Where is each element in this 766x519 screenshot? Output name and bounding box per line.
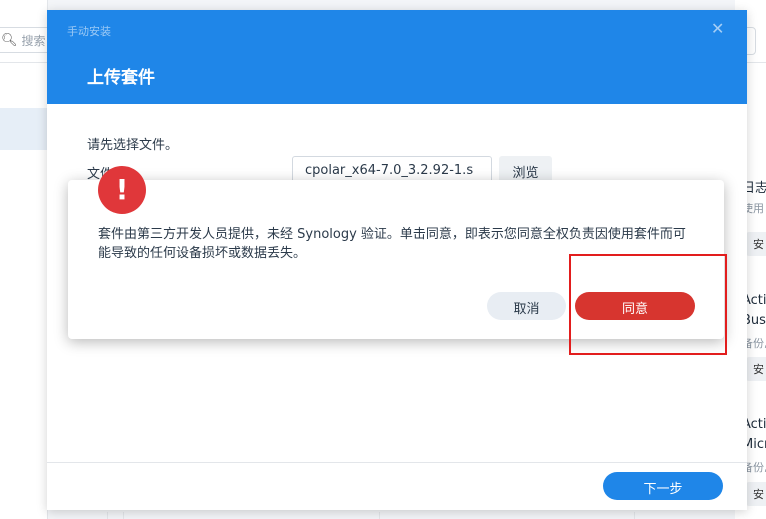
- sidebar-selected-item[interactable]: [0, 108, 47, 150]
- cancel-button[interactable]: 取消: [487, 292, 566, 320]
- divider: [0, 62, 47, 63]
- window-title: 手动安装: [67, 25, 111, 38]
- footer-divider: [47, 462, 747, 463]
- close-icon[interactable]: ✕: [711, 19, 724, 38]
- search-placeholder: 搜索: [21, 33, 46, 48]
- divider: [634, 512, 635, 519]
- package-install-button[interactable]: 安: [746, 232, 766, 256]
- divider: [379, 512, 380, 519]
- background-sidebar: [0, 0, 48, 519]
- package-install-button[interactable]: 安: [746, 357, 766, 381]
- dialog-header: 手动安装 ✕ 上传套件: [47, 10, 747, 104]
- divider: [123, 512, 124, 519]
- divider: [107, 512, 108, 519]
- exclamation-icon: !: [98, 166, 146, 214]
- instruction-text: 请先选择文件。: [87, 138, 179, 153]
- next-button[interactable]: 下一步: [603, 472, 723, 500]
- search-icon: 🔍︎: [1, 32, 18, 48]
- annotation-highlight-box: [569, 254, 727, 355]
- background-search-field[interactable]: 🔍︎ 搜索: [0, 27, 51, 53]
- page-title: 上传套件: [87, 68, 155, 88]
- package-install-button[interactable]: 安: [746, 482, 766, 506]
